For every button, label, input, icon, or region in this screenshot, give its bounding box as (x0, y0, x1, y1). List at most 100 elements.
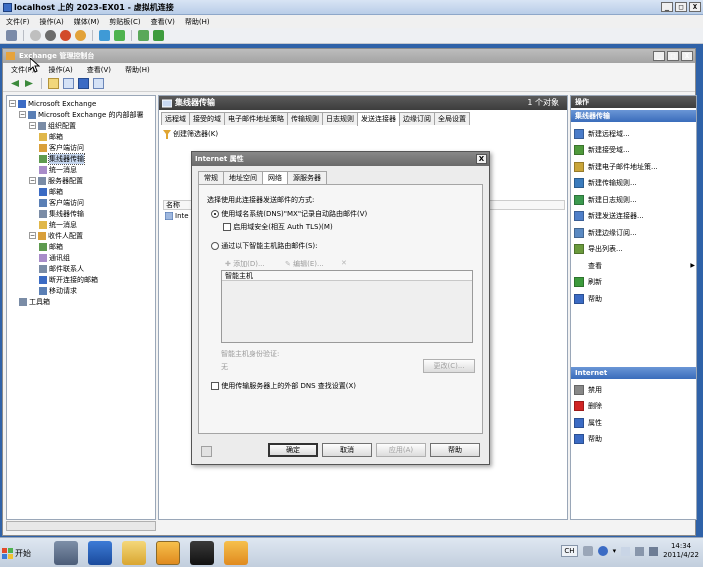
tree-horizontal-scrollbar[interactable] (6, 521, 156, 531)
action-item[interactable]: 新建发送连接器... (574, 210, 695, 223)
create-filter[interactable]: 创建筛选器(K) (163, 129, 218, 139)
smarthost-radio[interactable] (211, 242, 219, 250)
tree-item[interactable]: − Microsoft Exchange 的内部部署 (19, 109, 144, 120)
help-toolbar-icon[interactable] (78, 78, 89, 89)
vm-menu-view[interactable]: 查看(V) (151, 17, 175, 27)
tab-item[interactable]: 发送连接器 (357, 112, 400, 126)
tab-item[interactable]: 全局设置 (434, 112, 470, 125)
help-button[interactable]: 帮助 (430, 443, 480, 457)
vm-minimize-button[interactable]: _ (661, 2, 673, 12)
pause-icon[interactable] (99, 30, 110, 41)
apply-button[interactable]: 应用(A) (376, 443, 426, 457)
action-item[interactable]: 新建接受域... (574, 144, 695, 157)
tab-item[interactable]: 电子邮件地址策略 (224, 112, 288, 125)
vm-close-button[interactable]: X (689, 2, 701, 12)
language-indicator[interactable]: CH (561, 545, 578, 557)
command-prompt-icon[interactable] (190, 541, 214, 565)
tab-item[interactable]: 接受的域 (189, 112, 225, 125)
tab-item[interactable]: 远程域 (161, 112, 190, 125)
tree-item[interactable]: 移动请求 (39, 285, 77, 296)
smarthost-routing-option[interactable]: 通过以下智能主机路由邮件(S): (211, 241, 318, 251)
tree-expander-icon[interactable]: − (19, 111, 26, 118)
dns-radio[interactable] (211, 210, 219, 218)
delete-smarthost-icon[interactable]: ✕ (341, 259, 347, 267)
tree-expander-icon[interactable]: − (29, 232, 36, 239)
volume-icon[interactable] (649, 546, 659, 556)
external-dns-checkbox[interactable] (211, 382, 219, 390)
vm-menu-media[interactable]: 媒体(M) (74, 17, 100, 27)
action-item[interactable]: 删除 (574, 400, 695, 413)
vm-menu-clipboard[interactable]: 剪贴板(C) (109, 17, 140, 27)
dialog-close-button[interactable]: X (476, 154, 487, 164)
tree-expander-icon[interactable]: − (9, 100, 16, 107)
tree-item[interactable]: 统一消息 (39, 219, 77, 230)
action-item[interactable]: 新建边缘订阅... (574, 226, 695, 239)
add-smarthost-button[interactable]: ✚ 添加(D)... (225, 259, 265, 269)
clock[interactable]: 14:34 2011/4/22 (663, 542, 699, 560)
dialog-tab[interactable]: 网络 (262, 171, 288, 185)
action-item[interactable]: 属性 (574, 416, 695, 429)
tree-item[interactable]: 集线器传输 (39, 152, 85, 165)
tab-item[interactable]: 边缘订阅 (399, 112, 435, 125)
tree-item[interactable]: 断开连接的邮箱 (39, 274, 98, 285)
help-tray-icon[interactable] (597, 546, 608, 556)
exchange-maximize-button[interactable]: □ (667, 51, 679, 61)
vm-menu-help[interactable]: 帮助(H) (185, 17, 210, 27)
exchange-menu-view[interactable]: 查看(V) (87, 65, 111, 75)
cancel-button[interactable]: 取消 (322, 443, 372, 457)
action-item[interactable]: 帮助 (574, 433, 695, 446)
tree-item[interactable]: 邮件联系人 (39, 263, 84, 274)
save-state-icon[interactable] (75, 30, 86, 41)
tree-item[interactable]: − 组织配置 (29, 120, 76, 131)
keyboard-icon[interactable] (582, 546, 593, 556)
dialog-tab[interactable]: 常规 (198, 171, 224, 184)
action-item[interactable]: 帮助 (574, 292, 695, 305)
exchange-shell-icon[interactable] (224, 541, 248, 565)
start-vm-icon[interactable] (30, 30, 41, 41)
tree-expander-icon[interactable]: − (29, 122, 36, 129)
action-item[interactable]: 新建传输规则... (574, 177, 695, 190)
tab-item[interactable]: 日志规则 (322, 112, 358, 125)
tree-item[interactable]: 邮箱 (39, 131, 63, 142)
revert-icon[interactable] (153, 30, 164, 41)
show-hide-action-pane-icon[interactable] (93, 78, 104, 89)
exchange-close-button[interactable]: X (681, 51, 693, 61)
reset-icon[interactable] (114, 30, 125, 41)
back-icon[interactable] (9, 78, 20, 89)
tray-expand-icon[interactable]: ▾ (613, 547, 617, 555)
action-item[interactable]: 导出列表... (574, 243, 695, 256)
edit-smarthost-button[interactable]: ✎ 编辑(E)... (285, 259, 324, 269)
column-name[interactable]: 名称 (166, 200, 180, 210)
vm-menu-file[interactable]: 文件(F) (6, 17, 30, 27)
tree-item[interactable]: 通讯组 (39, 252, 70, 263)
external-dns-option[interactable]: 使用传输服务器上的外部 DNS 查找设置(X) (211, 381, 356, 391)
action-item[interactable]: 新建远程域... (574, 127, 695, 140)
ok-button[interactable]: 确定 (268, 443, 318, 457)
snapshot-icon[interactable] (138, 30, 149, 41)
tab-item[interactable]: 传输规则 (287, 112, 323, 125)
dialog-tab[interactable]: 源服务器 (287, 171, 327, 184)
vm-maximize-button[interactable]: □ (675, 2, 687, 12)
action-section-internet[interactable]: Internet (571, 367, 696, 379)
tree-item[interactable]: 邮箱 (39, 241, 63, 252)
tree-item[interactable]: − 收件人配置 (29, 230, 83, 241)
network-icon[interactable] (635, 546, 645, 556)
exchange-menu-action[interactable]: 操作(A) (49, 65, 73, 75)
domain-security-checkbox[interactable] (223, 223, 231, 231)
tree-item[interactable]: 客户端访问 (39, 142, 84, 153)
turn-off-icon[interactable] (45, 30, 56, 41)
tree-item[interactable]: 统一消息 (39, 164, 77, 175)
tree-item[interactable]: 邮箱 (39, 186, 63, 197)
flag-icon[interactable] (621, 546, 631, 556)
dns-routing-option[interactable]: 使用域名系统(DNS)"MX"记录自动路由邮件(V) (211, 209, 367, 219)
tree-expander-icon[interactable]: − (29, 177, 36, 184)
action-item[interactable]: 刷新 (574, 276, 695, 289)
action-section-hub-transport[interactable]: 集线器传输 (571, 110, 696, 122)
smarthost-list[interactable]: 智能主机 (221, 270, 473, 343)
ctrl-alt-del-icon[interactable] (6, 30, 17, 41)
shutdown-icon[interactable] (60, 30, 71, 41)
dialog-tab[interactable]: 地址空间 (223, 171, 263, 184)
explorer-icon[interactable] (122, 541, 146, 565)
start-button[interactable]: 开始 (2, 543, 36, 563)
server-manager-icon[interactable] (54, 541, 78, 565)
